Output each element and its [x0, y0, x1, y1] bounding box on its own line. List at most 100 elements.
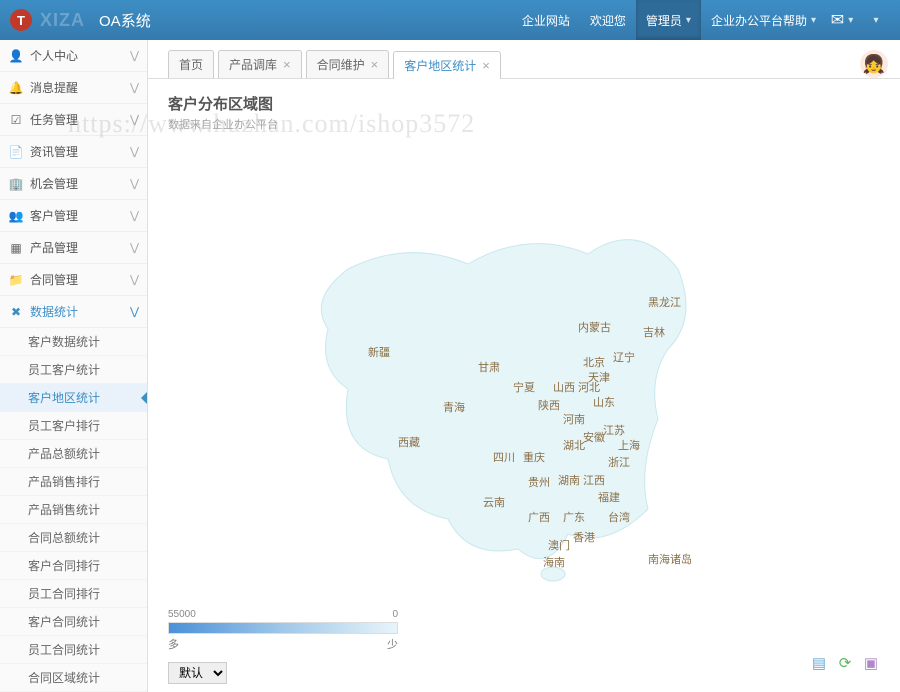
- sidebar-sub-11[interactable]: 员工合同统计: [0, 636, 147, 664]
- province-香港[interactable]: 香港: [573, 529, 595, 545]
- province-江苏[interactable]: 江苏: [603, 422, 625, 438]
- province-福建[interactable]: 福建: [598, 489, 620, 505]
- mail-icon[interactable]: ✉▾: [832, 10, 852, 30]
- sidebar-item-3[interactable]: 📄资讯管理⋁: [0, 136, 147, 168]
- sidebar-sub-4[interactable]: 产品总额统计: [0, 440, 147, 468]
- sidebar-label: 机会管理: [30, 175, 78, 192]
- province-四川[interactable]: 四川: [493, 449, 515, 465]
- view-select-dropdown[interactable]: 默认: [168, 662, 227, 684]
- province-湖北[interactable]: 湖北: [563, 437, 585, 453]
- province-上海[interactable]: 上海: [618, 437, 640, 453]
- save-icon[interactable]: ▣: [862, 654, 880, 672]
- sidebar-item-7[interactable]: 📁合同管理⋁: [0, 264, 147, 296]
- province-海南[interactable]: 海南: [543, 554, 565, 570]
- province-浙江[interactable]: 浙江: [608, 454, 630, 470]
- sidebar-item-2[interactable]: ☑任务管理⋁: [0, 104, 147, 136]
- data-view-icon[interactable]: ▤: [810, 654, 828, 672]
- tab-1[interactable]: 产品调库 ×: [218, 50, 302, 78]
- sidebar-sub-2[interactable]: 客户地区统计: [0, 384, 147, 412]
- brand-text: XIZA: [40, 10, 85, 31]
- sidebar-sub-8[interactable]: 客户合同排行: [0, 552, 147, 580]
- province-陕西[interactable]: 陕西: [538, 397, 560, 413]
- logo-badge: T: [10, 9, 32, 31]
- sidebar-label: 个人中心: [30, 47, 78, 64]
- chevron-icon: ⋁: [130, 177, 139, 190]
- province-台湾[interactable]: 台湾: [608, 509, 630, 525]
- sidebar-sub-7[interactable]: 合同总额统计: [0, 524, 147, 552]
- legend-many: 多: [168, 636, 179, 652]
- chevron-icon: ⋁: [130, 241, 139, 254]
- sidebar-item-0[interactable]: 👤个人中心⋁: [0, 40, 147, 72]
- province-宁夏[interactable]: 宁夏: [513, 379, 535, 395]
- sidebar-sub-6[interactable]: 产品销售统计: [0, 496, 147, 524]
- chevron-icon: ⋁: [130, 81, 139, 94]
- province-澳门[interactable]: 澳门: [548, 537, 570, 553]
- tab-label: 产品调库: [229, 56, 277, 73]
- province-江西[interactable]: 江西: [583, 472, 605, 488]
- tab-3[interactable]: 客户地区统计 ×: [393, 51, 501, 79]
- province-北京[interactable]: 北京: [583, 354, 605, 370]
- province-吉林[interactable]: 吉林: [643, 324, 665, 340]
- shuffle-icon: ✖: [8, 305, 24, 319]
- avatar[interactable]: 👧: [860, 50, 888, 78]
- province-河北[interactable]: 河北: [578, 379, 600, 395]
- sidebar-sub-9[interactable]: 员工合同排行: [0, 580, 147, 608]
- sidebar-sub-1[interactable]: 员工客户统计: [0, 356, 147, 384]
- province-新疆[interactable]: 新疆: [368, 344, 390, 360]
- tab-0[interactable]: 首页: [168, 50, 214, 78]
- province-内蒙古[interactable]: 内蒙古: [578, 319, 611, 335]
- app-title: OA系统: [99, 10, 151, 31]
- view-select[interactable]: 默认: [168, 662, 227, 684]
- folder-icon: 📁: [8, 273, 24, 287]
- province-山西[interactable]: 山西: [553, 379, 575, 395]
- province-南海诸岛[interactable]: 南海诸岛: [648, 551, 692, 567]
- province-广东[interactable]: 广东: [563, 509, 585, 525]
- sidebar-item-4[interactable]: 🏢 机会管理 ⋁: [0, 168, 147, 200]
- sidebar-item-6[interactable]: ▦产品管理⋁: [0, 232, 147, 264]
- china-map: [268, 179, 748, 599]
- province-湖南[interactable]: 湖南: [558, 472, 580, 488]
- province-甘肃[interactable]: 甘肃: [478, 359, 500, 375]
- nav-welcome: 欢迎您: [580, 0, 636, 40]
- tabs: 首页产品调库×合同维护×客户地区统计×: [148, 40, 900, 79]
- province-安徽[interactable]: 安徽: [583, 429, 605, 445]
- chevron-icon: ⋁: [130, 209, 139, 222]
- content-area: 👧 首页产品调库×合同维护×客户地区统计× https://www.huzhan…: [148, 40, 900, 692]
- nav-help[interactable]: 企业办公平台帮助▾: [701, 0, 826, 40]
- province-贵州[interactable]: 贵州: [528, 474, 550, 490]
- province-广西[interactable]: 广西: [528, 509, 550, 525]
- nav-admin[interactable]: 管理员▾: [636, 0, 701, 40]
- province-云南[interactable]: 云南: [483, 494, 505, 510]
- tab-2[interactable]: 合同维护×: [306, 50, 390, 78]
- tab-label: 客户地区统计: [404, 57, 476, 74]
- province-黑龙江[interactable]: 黑龙江: [648, 294, 681, 310]
- more-icon[interactable]: ▾: [864, 10, 884, 30]
- province-重庆[interactable]: 重庆: [523, 449, 545, 465]
- sidebar-item-5[interactable]: 👥客户管理⋁: [0, 200, 147, 232]
- sidebar-label: 资讯管理: [30, 143, 78, 160]
- close-icon[interactable]: ×: [371, 57, 379, 72]
- close-icon[interactable]: ×: [283, 57, 291, 72]
- sidebar-item-8[interactable]: ✖数据统计⋁: [0, 296, 147, 328]
- province-山东[interactable]: 山东: [593, 394, 615, 410]
- sidebar-label: 任务管理: [30, 111, 78, 128]
- sidebar-sub-5[interactable]: 产品销售排行: [0, 468, 147, 496]
- chevron-icon: ⋁: [130, 145, 139, 158]
- province-河南[interactable]: 河南: [563, 411, 585, 427]
- sidebar-sub-10[interactable]: 客户合同统计: [0, 608, 147, 636]
- province-辽宁[interactable]: 辽宁: [613, 349, 635, 365]
- building-icon: 🏢: [8, 177, 24, 191]
- sidebar-sub-3[interactable]: 员工客户排行: [0, 412, 147, 440]
- sidebar-sub-0[interactable]: 客户数据统计: [0, 328, 147, 356]
- sidebar-sub-12[interactable]: 合同区域统计: [0, 664, 147, 692]
- refresh-icon[interactable]: ⟳: [836, 654, 854, 672]
- province-青海[interactable]: 青海: [443, 399, 465, 415]
- legend-max: 55000: [168, 609, 196, 620]
- sidebar-item-1[interactable]: 🔔消息提醒⋁: [0, 72, 147, 104]
- chevron-icon: ⋁: [130, 305, 139, 318]
- nav-site[interactable]: 企业网站: [512, 0, 580, 40]
- topbar: T XIZA OA系统 企业网站 欢迎您 管理员▾ 企业办公平台帮助▾ ✉▾ ▾: [0, 0, 900, 40]
- chart-subtitle: 数据来自企业办公平台: [168, 116, 880, 132]
- close-icon[interactable]: ×: [482, 58, 490, 73]
- province-西藏[interactable]: 西藏: [398, 434, 420, 450]
